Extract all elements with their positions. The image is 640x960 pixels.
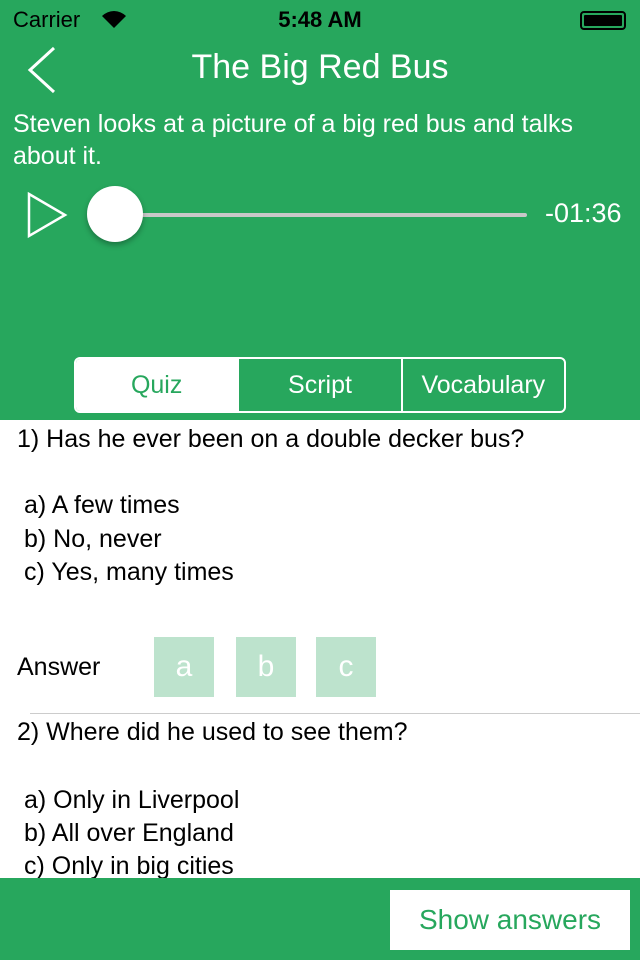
tab-script[interactable]: Script — [237, 359, 400, 411]
clock: 5:48 AM — [278, 7, 362, 32]
tab-vocabulary[interactable]: Vocabulary — [400, 359, 564, 411]
option-2b: b) All over England — [24, 819, 234, 847]
question-2: 2) Where did he used to see them? — [17, 718, 408, 746]
option-2c: c) Only in big cities — [24, 852, 234, 880]
option-1b: b) No, never — [24, 525, 162, 553]
progress-track[interactable] — [140, 213, 527, 217]
answer-b-button[interactable]: b — [236, 637, 296, 697]
description: Steven looks at a picture of a big red b… — [13, 110, 574, 170]
question-1: 1) Has he ever been on a double decker b… — [17, 425, 525, 453]
play-icon[interactable] — [26, 191, 70, 239]
option-1c: c) Yes, many times — [24, 558, 234, 586]
option-1a: a) A few times — [24, 491, 180, 519]
answer-c-button[interactable]: c — [316, 637, 376, 697]
progress-slider-thumb[interactable] — [87, 186, 143, 242]
tab-quiz[interactable]: Quiz — [76, 359, 238, 411]
divider — [30, 713, 640, 714]
answer-label: Answer — [17, 653, 101, 681]
option-2a: a) Only in Liverpool — [24, 786, 240, 814]
page-title: The Big Red Bus — [191, 48, 449, 86]
battery-icon — [580, 11, 626, 30]
show-answers-button[interactable]: Show answers — [390, 890, 630, 950]
answer-a-button[interactable]: a — [154, 637, 214, 697]
remaining-time: -01:36 — [545, 198, 622, 228]
tab-control: Quiz Script Vocabulary — [74, 357, 566, 413]
